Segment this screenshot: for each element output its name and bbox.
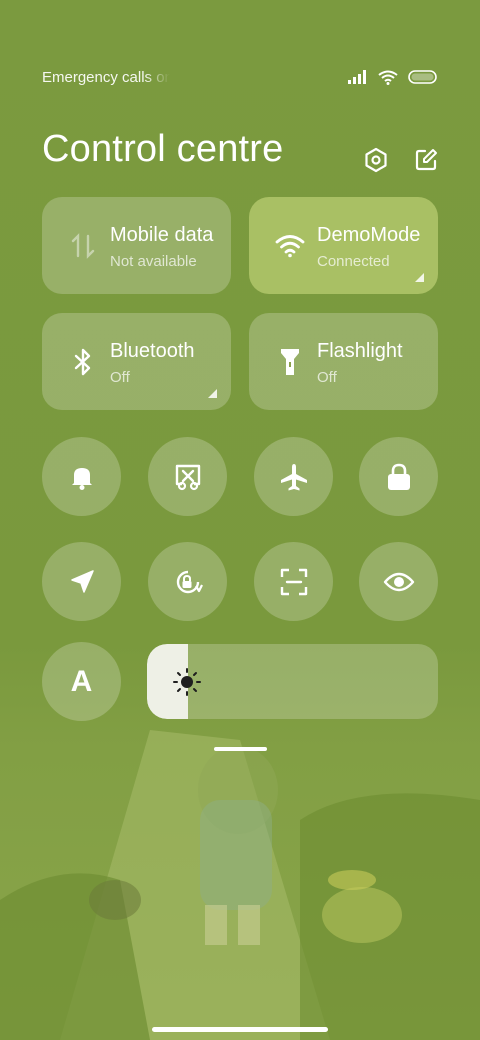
toggle-lock[interactable] <box>359 437 438 516</box>
tile-label: Bluetooth <box>110 340 195 362</box>
status-bar: Emergency calls only <box>42 66 438 88</box>
mobile-data-icon <box>68 231 98 261</box>
status-icons <box>348 70 438 85</box>
auto-brightness-label: A <box>70 664 93 698</box>
wifi-icon <box>275 231 305 261</box>
battery-icon <box>408 70 437 84</box>
wifi-icon <box>378 70 398 85</box>
brightness-slider[interactable] <box>147 644 438 719</box>
tile-bluetooth[interactable]: Bluetooth Off <box>42 313 231 410</box>
expand-corner-icon[interactable] <box>208 389 217 398</box>
tile-state: Not available <box>110 253 197 270</box>
toggle-mute[interactable] <box>42 437 121 516</box>
bell-icon <box>71 467 92 490</box>
eye-icon <box>383 572 414 591</box>
toggle-airplane[interactable] <box>254 437 333 516</box>
page-title: Control centre <box>42 128 284 170</box>
toggle-location[interactable] <box>42 542 121 621</box>
auto-rotate-icon <box>176 570 203 593</box>
tile-wifi[interactable]: DemoMode Connected <box>249 197 438 294</box>
location-icon <box>70 569 94 593</box>
expand-corner-icon[interactable] <box>415 273 424 282</box>
toggle-scanner[interactable] <box>254 542 333 621</box>
header-actions <box>362 146 440 174</box>
settings-icon <box>365 147 387 173</box>
settings-button[interactable] <box>362 146 390 174</box>
tile-label: Flashlight <box>317 340 403 362</box>
toggle-auto-brightness[interactable]: A <box>42 642 121 721</box>
scan-icon <box>280 568 307 595</box>
tile-label: DemoMode <box>317 224 421 246</box>
tile-label: Mobile data <box>110 224 214 246</box>
carrier-text: Emergency calls only <box>42 68 170 86</box>
panel-drag-handle[interactable] <box>214 747 267 751</box>
home-indicator[interactable] <box>152 1027 328 1032</box>
signal-icon <box>348 70 366 84</box>
lock-icon <box>387 463 410 490</box>
tile-flashlight[interactable]: Flashlight Off <box>249 313 438 410</box>
screen-cast-icon <box>175 464 200 490</box>
toggle-screen-cast[interactable] <box>148 437 227 516</box>
tile-mobile-data[interactable]: Mobile data Not available <box>42 197 231 294</box>
toggle-reading-mode[interactable] <box>359 542 438 621</box>
tile-state: Off <box>317 369 337 386</box>
tile-state: Off <box>110 369 130 386</box>
bluetooth-icon <box>68 347 98 377</box>
tile-state: Connected <box>317 253 390 270</box>
flashlight-icon <box>275 347 305 377</box>
edit-button[interactable] <box>412 146 440 174</box>
toggle-auto-rotate[interactable] <box>148 542 227 621</box>
edit-icon <box>415 149 437 171</box>
airplane-icon <box>280 463 307 490</box>
sun-icon <box>173 668 201 696</box>
